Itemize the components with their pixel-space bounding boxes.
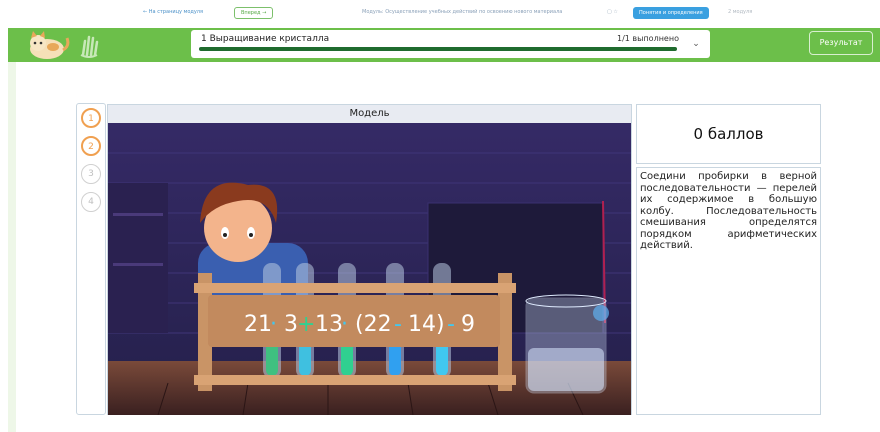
expression-operator: + xyxy=(297,312,315,337)
task-completion: 1/1 выполнено xyxy=(617,34,679,43)
expression-operator: - xyxy=(447,312,455,337)
shelf xyxy=(108,183,168,333)
step-1-button[interactable]: 1 xyxy=(81,108,101,128)
chevron-down-icon[interactable]: ⌄ xyxy=(688,34,704,54)
step-4-button[interactable]: 4 xyxy=(81,192,101,212)
side-stripe xyxy=(8,62,16,432)
hand-icon xyxy=(80,35,99,58)
module-title: Модуль: Осуществление учебных действий п… xyxy=(362,9,563,15)
model-title: Модель xyxy=(108,105,631,123)
expression-operator: · xyxy=(341,312,348,337)
expression-number: 14) xyxy=(408,312,445,337)
task-title: 1 Выращивание кристалла xyxy=(201,34,330,44)
expression-number: (22 xyxy=(355,312,392,337)
expression-operator: · xyxy=(270,312,277,337)
description-text: Соедини пробирки в верной последовательн… xyxy=(640,171,817,251)
module-icons[interactable]: ▢ ☆ xyxy=(607,9,618,15)
score-display: 0 баллов xyxy=(636,104,821,164)
expression-number: 21 xyxy=(244,312,272,337)
task-description: Соедини пробирки в верной последовательн… xyxy=(636,167,821,415)
result-button[interactable]: Результат xyxy=(809,31,873,55)
top-nav: ← На страницу модуля Вперед → Модуль: Ос… xyxy=(0,0,880,28)
forward-button[interactable]: Вперед → xyxy=(234,7,274,19)
lab-scene: 21· 3 +13· (22-14) -9 xyxy=(108,123,631,415)
task-progress-bar xyxy=(199,47,677,51)
beaker xyxy=(525,294,609,394)
modules-count: 2 модуля xyxy=(728,9,753,15)
expression-number: 3 xyxy=(284,312,298,337)
cat-mascot-icon xyxy=(30,31,70,59)
task-header-bar: 1 Выращивание кристалла 1/1 выполнено ⌄ … xyxy=(8,28,880,62)
step-2-button[interactable]: 2 xyxy=(81,136,101,156)
expression-number: 9 xyxy=(461,312,475,337)
expression-number: 13 xyxy=(315,312,343,337)
concepts-button[interactable]: Понятия и определения xyxy=(633,7,709,19)
step-3-button[interactable]: 3 xyxy=(81,164,101,184)
back-to-module-link[interactable]: ← На страницу модуля xyxy=(143,9,203,15)
task-selector[interactable]: 1 Выращивание кристалла 1/1 выполнено ⌄ xyxy=(191,30,710,58)
page: ← На страницу модуля Вперед → Модуль: Ос… xyxy=(0,0,880,432)
model-panel: Модель 21 · 3 + 13 · (22 - 14) - 9 xyxy=(107,104,632,415)
step-navigator: 1 2 3 4 xyxy=(76,103,106,415)
expression-operator: - xyxy=(394,312,402,337)
